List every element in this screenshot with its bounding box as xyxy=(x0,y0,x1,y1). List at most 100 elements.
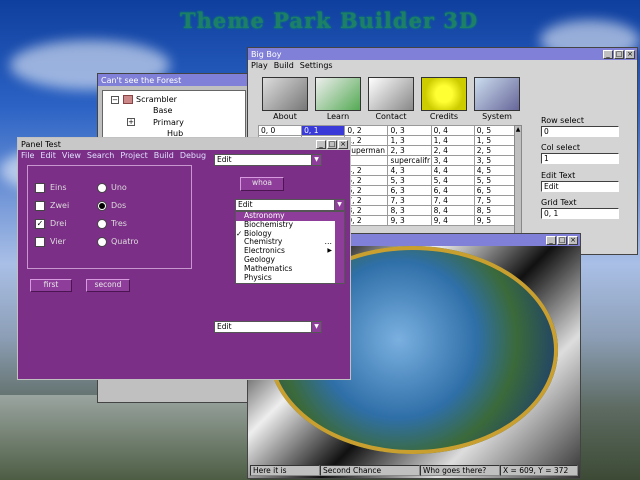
grid-cell[interactable]: 2, 4 xyxy=(430,145,475,156)
row-select-field[interactable]: 0 xyxy=(541,126,619,137)
grid-cell[interactable]: 7, 4 xyxy=(430,195,475,206)
icon-about[interactable]: About xyxy=(262,77,308,121)
forest-titlebar[interactable]: Can't see the Forest xyxy=(98,74,248,86)
chevron-down-icon[interactable]: ▼ xyxy=(334,200,344,210)
grid-cell[interactable]: 5, 3 xyxy=(387,175,432,186)
grid-cell[interactable]: 1, 2 xyxy=(344,135,389,146)
close-icon[interactable]: × xyxy=(338,139,348,149)
menu-edit[interactable]: Edit xyxy=(40,151,56,160)
minimize-icon[interactable]: _ xyxy=(546,235,556,245)
checkbox-drei[interactable]: ✓ xyxy=(35,219,45,229)
combo-top[interactable]: Edit ▼ xyxy=(214,154,322,166)
grid-cell[interactable]: 9, 3 xyxy=(387,215,432,226)
radio-tres[interactable] xyxy=(97,219,107,229)
panel-titlebar[interactable]: Panel Test _ □ × xyxy=(18,138,350,150)
bigboy-titlebar[interactable]: Big Boy _ □ × xyxy=(248,48,637,60)
grid-cell[interactable]: 7, 5 xyxy=(473,195,519,206)
grid-cell[interactable]: 0, 1 xyxy=(301,125,346,136)
grid-cell[interactable]: 3, 4 xyxy=(430,155,475,166)
menu-settings[interactable]: Settings xyxy=(300,61,333,70)
chevron-down-icon[interactable]: ▼ xyxy=(311,322,321,332)
grid-cell[interactable]: 5, 4 xyxy=(430,175,475,186)
maximize-icon[interactable]: □ xyxy=(327,139,337,149)
tree-item-primary[interactable]: Primary xyxy=(153,118,184,127)
menu-file[interactable]: File xyxy=(21,151,34,160)
checkbox-zwei[interactable] xyxy=(35,201,45,211)
radio-dos[interactable] xyxy=(97,201,107,211)
combo-middle[interactable]: Edit ▼ xyxy=(235,199,345,211)
checkbox-vier[interactable] xyxy=(35,237,45,247)
grid-cell[interactable]: 7, 3 xyxy=(387,195,432,206)
tree-expand-icon[interactable]: + xyxy=(127,118,135,126)
grid-cell[interactable]: 6, 5 xyxy=(473,185,519,196)
grid-cell[interactable]: 8, 3 xyxy=(387,205,432,216)
menu-search[interactable]: Search xyxy=(87,151,114,160)
close-icon[interactable]: × xyxy=(568,235,578,245)
grid-cell[interactable]: 1, 5 xyxy=(473,135,519,146)
grid-cell[interactable]: 8, 4 xyxy=(430,205,475,216)
radio-quatro[interactable] xyxy=(97,237,107,247)
first-button[interactable]: first xyxy=(30,279,72,292)
grid-cell[interactable]: 3, 5 xyxy=(473,155,519,166)
grid-cell[interactable]: 5, 5 xyxy=(473,175,519,186)
grid-cell[interactable]: 5, 2 xyxy=(344,175,389,186)
icon-learn[interactable]: Learn xyxy=(315,77,361,121)
grid-cell[interactable] xyxy=(344,155,389,166)
close-icon[interactable]: × xyxy=(625,49,635,59)
grid-cell[interactable]: 4, 5 xyxy=(473,165,519,176)
grid-cell[interactable]: supercalifr xyxy=(387,155,432,166)
grid-cell[interactable]: 1, 3 xyxy=(387,135,432,146)
scroll-up-icon[interactable]: ▲ xyxy=(515,126,521,133)
grid-cell[interactable]: 9, 2 xyxy=(344,215,389,226)
maximize-icon[interactable]: □ xyxy=(614,49,624,59)
grid-cell[interactable]: superman xyxy=(344,145,389,156)
minimize-icon[interactable]: _ xyxy=(603,49,613,59)
menu-view[interactable]: View xyxy=(62,151,81,160)
menu-build[interactable]: Build xyxy=(274,61,294,70)
grid-cell[interactable]: 0, 2 xyxy=(344,125,389,136)
grid-cell[interactable]: 4, 2 xyxy=(344,165,389,176)
menu-debug[interactable]: Debug xyxy=(180,151,206,160)
icon-system[interactable]: System xyxy=(474,77,520,121)
grid-cell[interactable]: 9, 5 xyxy=(473,215,519,226)
tree-item-base[interactable]: Base xyxy=(153,106,172,115)
menu-project[interactable]: Project xyxy=(120,151,147,160)
maximize-icon[interactable]: □ xyxy=(557,235,567,245)
col-select-field[interactable]: 1 xyxy=(541,153,619,164)
grid-cell[interactable]: 2, 5 xyxy=(473,145,519,156)
phone-icon xyxy=(368,77,414,111)
grid-cell[interactable]: 4, 3 xyxy=(387,165,432,176)
grid-cell[interactable]: 9, 4 xyxy=(430,215,475,226)
tree-item-scrambler[interactable]: Scrambler xyxy=(136,95,177,104)
grid-text-field[interactable]: 0, 1 xyxy=(541,208,619,219)
menu-play[interactable]: Play xyxy=(251,61,268,70)
minimize-icon[interactable]: _ xyxy=(316,139,326,149)
grid-cell[interactable]: 0, 5 xyxy=(473,125,519,136)
grid-cell[interactable]: 2, 3 xyxy=(387,145,432,156)
grid-cell[interactable]: 8, 2 xyxy=(344,205,389,216)
checkbox-eins[interactable] xyxy=(35,183,45,193)
subject-list[interactable]: Astronomy Biochemistry Biology ✓ Chemistry… E… xyxy=(235,211,345,284)
grid-cell[interactable]: 1, 4 xyxy=(430,135,475,146)
icon-contact[interactable]: Contact xyxy=(368,77,414,121)
grid-cell[interactable]: 7, 2 xyxy=(344,195,389,206)
whoa-button[interactable]: whoa xyxy=(240,177,284,191)
radio-uno[interactable] xyxy=(97,183,107,193)
chevron-down-icon[interactable]: ▼ xyxy=(311,155,321,165)
grid-cell[interactable]: 6, 4 xyxy=(430,185,475,196)
list-scrollbar[interactable] xyxy=(335,212,344,283)
combo-bottom[interactable]: Edit ▼ xyxy=(214,321,322,333)
second-button[interactable]: second xyxy=(86,279,130,292)
edit-text-field[interactable]: Edit xyxy=(541,181,619,192)
grid-cell[interactable]: 4, 4 xyxy=(430,165,475,176)
grid-cell[interactable]: 0, 4 xyxy=(430,125,475,136)
grid-cell[interactable]: 8, 5 xyxy=(473,205,519,216)
menu-build[interactable]: Build xyxy=(154,151,174,160)
grid-cell[interactable]: 6, 2 xyxy=(344,185,389,196)
grid-cell[interactable]: 0, 3 xyxy=(387,125,432,136)
tree-collapse-icon[interactable]: − xyxy=(111,96,119,104)
list-item[interactable]: Physics xyxy=(236,273,344,283)
grid-cell[interactable]: 6, 3 xyxy=(387,185,432,196)
grid-cell[interactable]: 0, 0 xyxy=(257,125,303,136)
icon-credits[interactable]: Credits xyxy=(421,77,467,121)
